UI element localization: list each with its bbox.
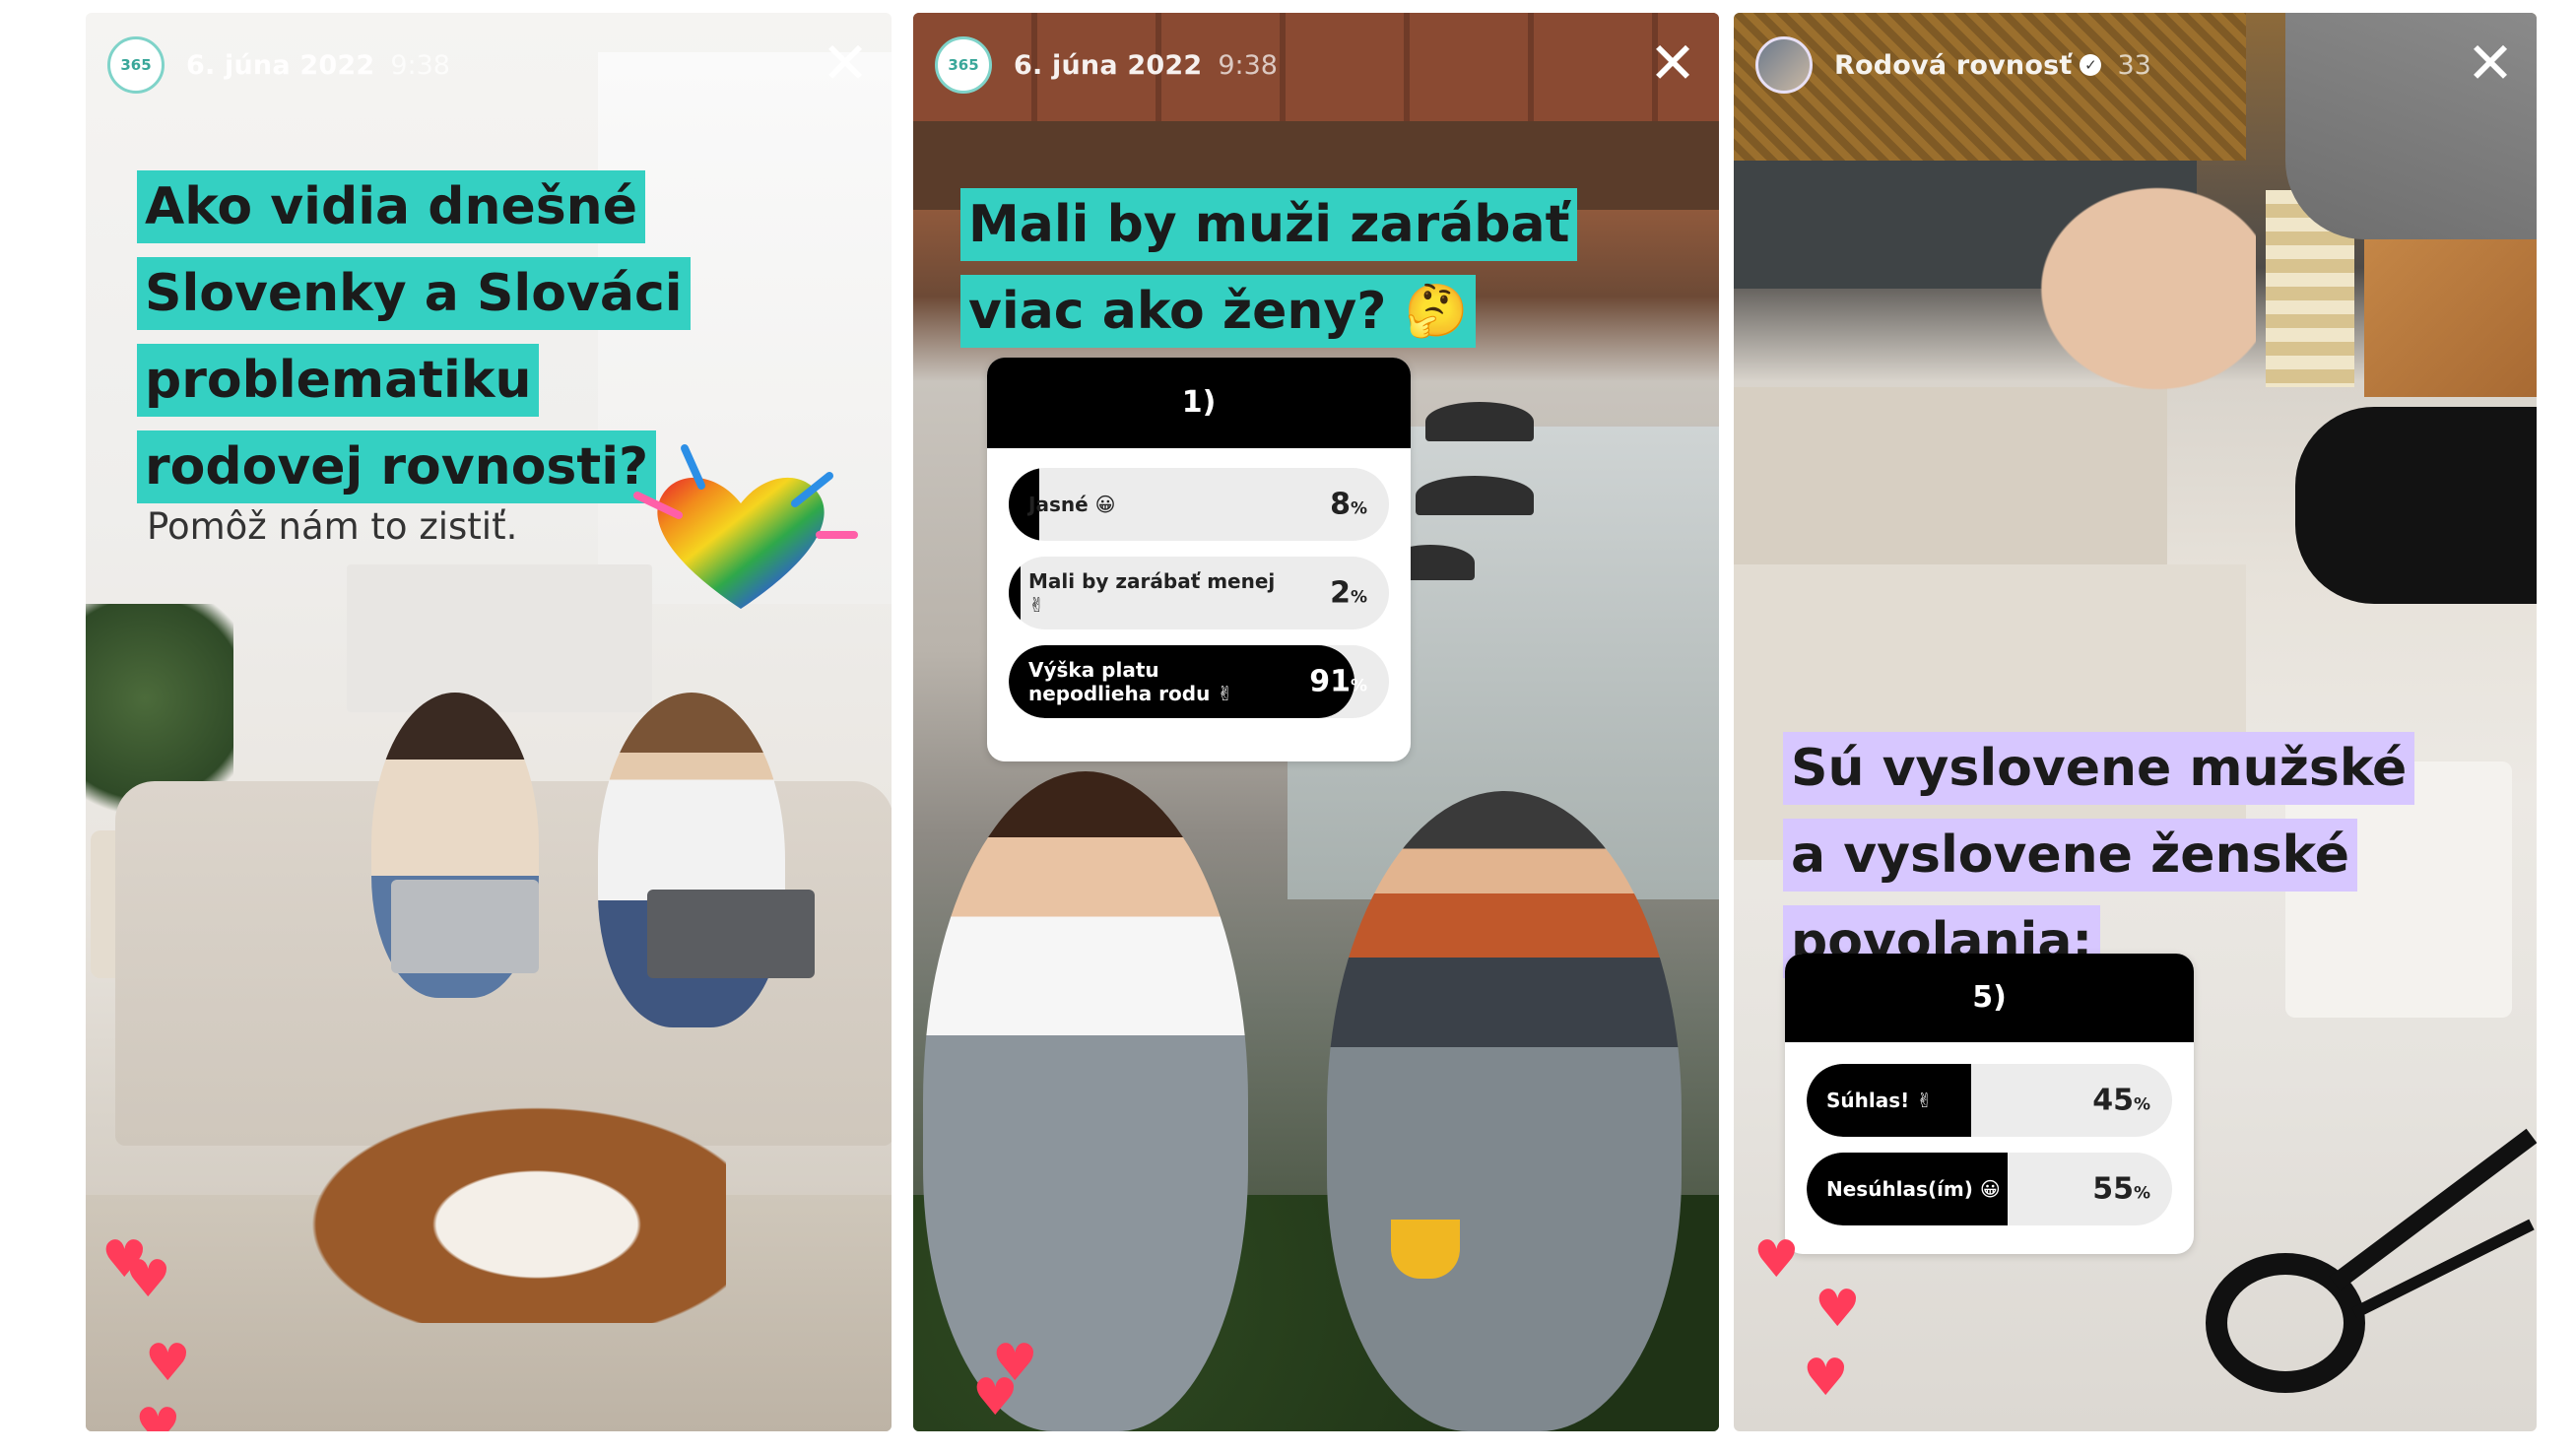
lamp bbox=[1416, 476, 1534, 515]
heart-reaction-icon: ♥ bbox=[1753, 1230, 1800, 1289]
laptop-2 bbox=[647, 890, 815, 978]
story-time: 9:38 bbox=[1218, 49, 1278, 81]
heart-reaction-icon: ♥ bbox=[125, 1250, 171, 1309]
story-time: 9:38 bbox=[390, 49, 450, 81]
poll-option-percent: 2% bbox=[1330, 575, 1367, 611]
lamp bbox=[1425, 402, 1534, 441]
headline-line: rodovej rovnosti? bbox=[137, 430, 657, 503]
poll-option-2[interactable]: Mali by zarábať menej ✌ 2% bbox=[1009, 557, 1389, 629]
story-card-2[interactable]: 365 6. júna 2022 9:38 ✕ Mali by muži zar… bbox=[913, 13, 1719, 1431]
hand-left bbox=[2010, 161, 2256, 417]
story-card-1[interactable]: 365 6. júna 2022 9:38 ✕ Ako vidia dnešné… bbox=[86, 13, 892, 1431]
scissors-icon bbox=[2206, 1128, 2537, 1393]
poll-option-percent: 8% bbox=[1330, 487, 1367, 522]
headline-line: a vyslovene ženské bbox=[1783, 819, 2357, 892]
poll-option-2[interactable]: Nesúhlas(ím) 😀 55% bbox=[1807, 1153, 2172, 1225]
woman-barista bbox=[923, 771, 1248, 1431]
close-icon[interactable]: ✕ bbox=[821, 34, 870, 92]
heart-reaction-icon: ♥ bbox=[145, 1334, 191, 1393]
heart-reaction-icon: ♥ bbox=[135, 1398, 181, 1431]
story-date: 6. júna 2022 bbox=[1014, 49, 1203, 81]
close-icon[interactable]: ✕ bbox=[2466, 34, 2515, 92]
poll-option-3[interactable]: Výška platu nepodlieha rodu ✌ 91% bbox=[1009, 645, 1389, 718]
laptop-1 bbox=[391, 880, 539, 973]
headline-line: Sú vyslovene mužské bbox=[1783, 732, 2415, 805]
headline-line: Mali by muži zarábať bbox=[960, 188, 1578, 261]
poll-option-percent: 55% bbox=[2092, 1171, 2150, 1207]
sleeve-black bbox=[2295, 407, 2537, 604]
poll-option-percent: 45% bbox=[2092, 1083, 2150, 1118]
headline-line: Ako vidia dnešné bbox=[137, 170, 645, 243]
poll-option-label: Výška platu nepodlieha rodu ✌ bbox=[1028, 658, 1234, 705]
heart-reaction-icon: ♥ bbox=[972, 1368, 1019, 1427]
heart-reaction-icon: ♥ bbox=[1815, 1280, 1861, 1339]
poll-option-label: Nesúhlas(ím) 😀 bbox=[1826, 1177, 2001, 1201]
verified-badge-icon: ✓ bbox=[2080, 54, 2102, 76]
poll-option-percent: 91% bbox=[1309, 664, 1367, 699]
poll-option-label: Jasné 😀 bbox=[1028, 493, 1116, 516]
subtext: Pomôž nám to zistiť. bbox=[147, 505, 518, 548]
shelf bbox=[347, 564, 652, 712]
poll-card[interactable]: 1) Jasné 😀 8% Mali by zarábať menej ✌ 2%… bbox=[987, 358, 1411, 761]
story-date: 6. júna 2022 bbox=[186, 49, 375, 81]
headline-line: viac ako ženy? 🤔 bbox=[960, 275, 1477, 348]
poll-bar-fill bbox=[1009, 557, 1021, 629]
headline-line: Slovenky a Slováci bbox=[137, 257, 691, 330]
headline: Mali by muži zarábať viac ako ženy? 🤔 bbox=[960, 188, 1709, 362]
coffee-cup bbox=[1391, 1220, 1460, 1279]
poll-option-1[interactable]: Súhlas! ✌ 45% bbox=[1807, 1064, 2172, 1137]
poll-option-1[interactable]: Jasné 😀 8% bbox=[1009, 468, 1389, 541]
account-name[interactable]: Rodová rovnosť bbox=[1834, 50, 2072, 81]
story-header: 365 6. júna 2022 9:38 ✕ bbox=[107, 34, 870, 96]
poll-option-label: Súhlas! ✌ bbox=[1826, 1089, 1933, 1112]
avatar[interactable] bbox=[1755, 36, 1813, 94]
poll-question: 1) bbox=[987, 358, 1411, 448]
story-header: 365 6. júna 2022 9:38 ✕ bbox=[935, 34, 1697, 96]
story-time: 33 bbox=[2117, 49, 2151, 81]
poll-question: 5) bbox=[1785, 954, 2194, 1042]
man-barista bbox=[1327, 791, 1682, 1431]
story-header: Rodová rovnosť ✓ 33 ✕ bbox=[1755, 34, 2515, 96]
avatar[interactable]: 365 bbox=[935, 36, 992, 94]
headline-line: problematiku bbox=[137, 344, 540, 417]
rainbow-heart-sticker bbox=[633, 444, 858, 609]
close-icon[interactable]: ✕ bbox=[1648, 34, 1697, 92]
linen-fabric bbox=[1734, 387, 2167, 584]
heart-reaction-icon: ♥ bbox=[1803, 1349, 1849, 1408]
avatar[interactable]: 365 bbox=[107, 36, 165, 94]
story-card-3[interactable]: Rodová rovnosť ✓ 33 ✕ Sú vyslovene mužsk… bbox=[1734, 13, 2537, 1431]
dog bbox=[253, 1077, 726, 1323]
poll-option-label: Mali by zarábať menej ✌ bbox=[1028, 569, 1276, 617]
poll-card[interactable]: 5) Súhlas! ✌ 45% Nesúhlas(ím) 😀 55% bbox=[1785, 954, 2194, 1254]
